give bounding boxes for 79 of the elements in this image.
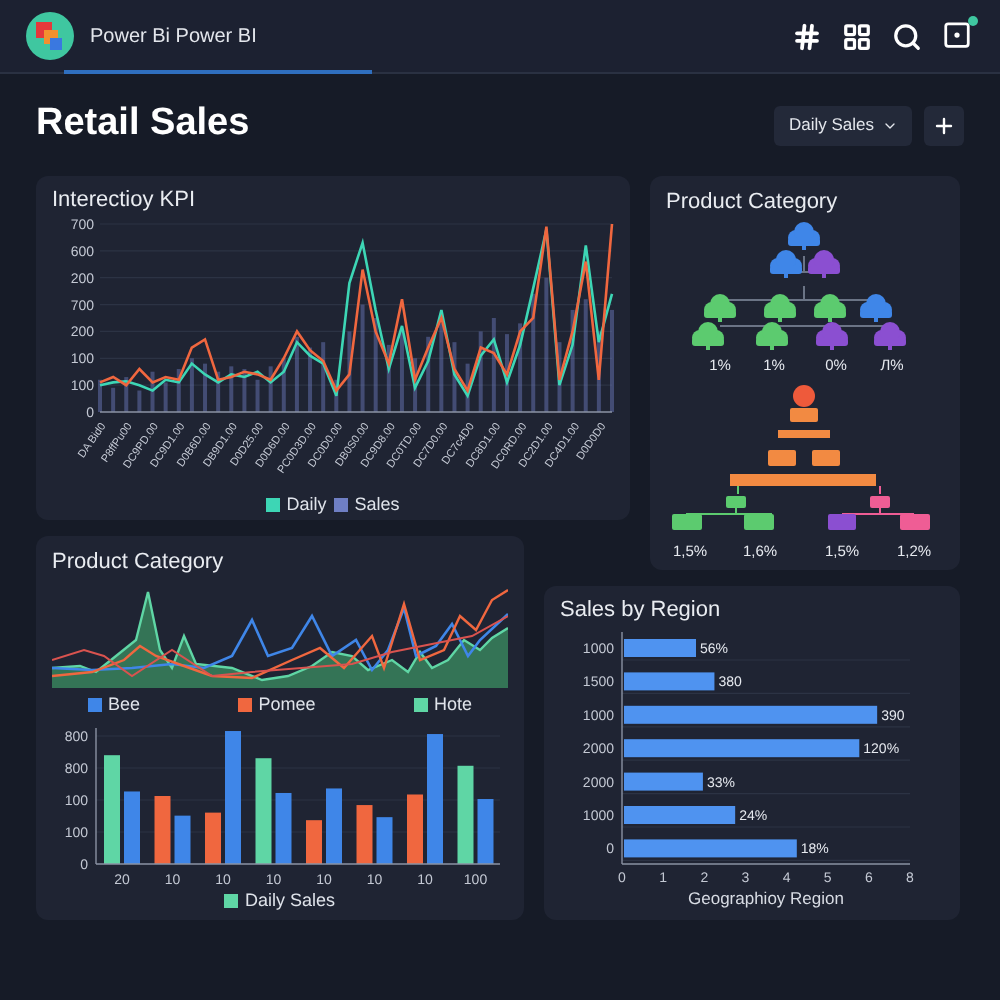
bar [294,336,299,412]
bar [308,347,313,412]
logo-icon [26,12,74,60]
bar [229,366,234,412]
bar [570,309,575,412]
window-icon[interactable] [942,20,974,52]
card-title: Product Category [666,188,840,218]
bar [624,672,715,691]
legend-label: Bee [108,691,141,718]
search-icon[interactable] [892,21,922,51]
bar [360,304,365,412]
grid-icon[interactable] [842,21,872,51]
bar [281,358,286,412]
bar [356,805,373,864]
legend-label: Daily Sales [244,888,336,914]
bar [255,758,272,864]
legend-label: Sales [354,492,400,518]
bar [347,331,352,412]
bar [413,358,418,412]
bar [216,371,221,412]
bar [457,765,474,864]
bar [465,363,470,412]
bar [111,387,116,412]
bar [242,369,247,412]
legend-label: Daily [286,492,327,518]
card-title: Interectioy KPI [52,186,198,216]
legend-label: Hote [433,691,472,718]
bar [624,639,696,657]
add-button[interactable] [924,105,964,145]
bar [624,772,703,791]
bar [189,358,194,412]
bar [255,379,260,412]
x-axis-title: Geographioy Region [688,888,844,908]
bar [174,815,191,864]
bar [504,334,509,412]
bar [124,791,140,864]
bar [477,799,494,864]
bar [583,299,588,412]
plus-icon [932,113,956,137]
bar [518,323,523,412]
bar [407,794,423,864]
bar [104,755,120,864]
bar [452,342,457,412]
bar [373,318,378,412]
bar [531,293,536,412]
bar [427,734,443,864]
bar [268,366,273,412]
bar [544,277,549,412]
bar [203,363,208,412]
bar [150,371,155,412]
legend-label: Pomee [258,691,316,718]
bar [275,793,292,864]
bar [176,369,181,412]
bar [596,331,601,412]
bar [205,812,221,864]
bar [154,796,171,864]
card-title: Product Category [52,548,226,578]
bar [426,336,431,412]
bar [225,731,241,864]
bar [376,817,393,864]
bar [478,331,483,412]
bar [334,379,339,412]
bar [624,806,736,824]
card-title: Sales by Region [560,596,723,624]
bar [399,331,404,412]
page-title: Retail Sales [36,100,250,149]
bar [326,788,342,864]
bar [321,342,326,412]
bar [491,318,496,412]
bar [557,342,562,412]
hash-icon[interactable] [792,21,822,51]
bar [306,820,322,864]
bar [163,382,168,412]
bar [386,344,391,412]
app-name: Power Bi Power BI [90,23,257,51]
bar [137,390,142,412]
bar [124,377,129,412]
bar [439,323,444,412]
view-dropdown[interactable]: Daily Sales [774,105,912,145]
